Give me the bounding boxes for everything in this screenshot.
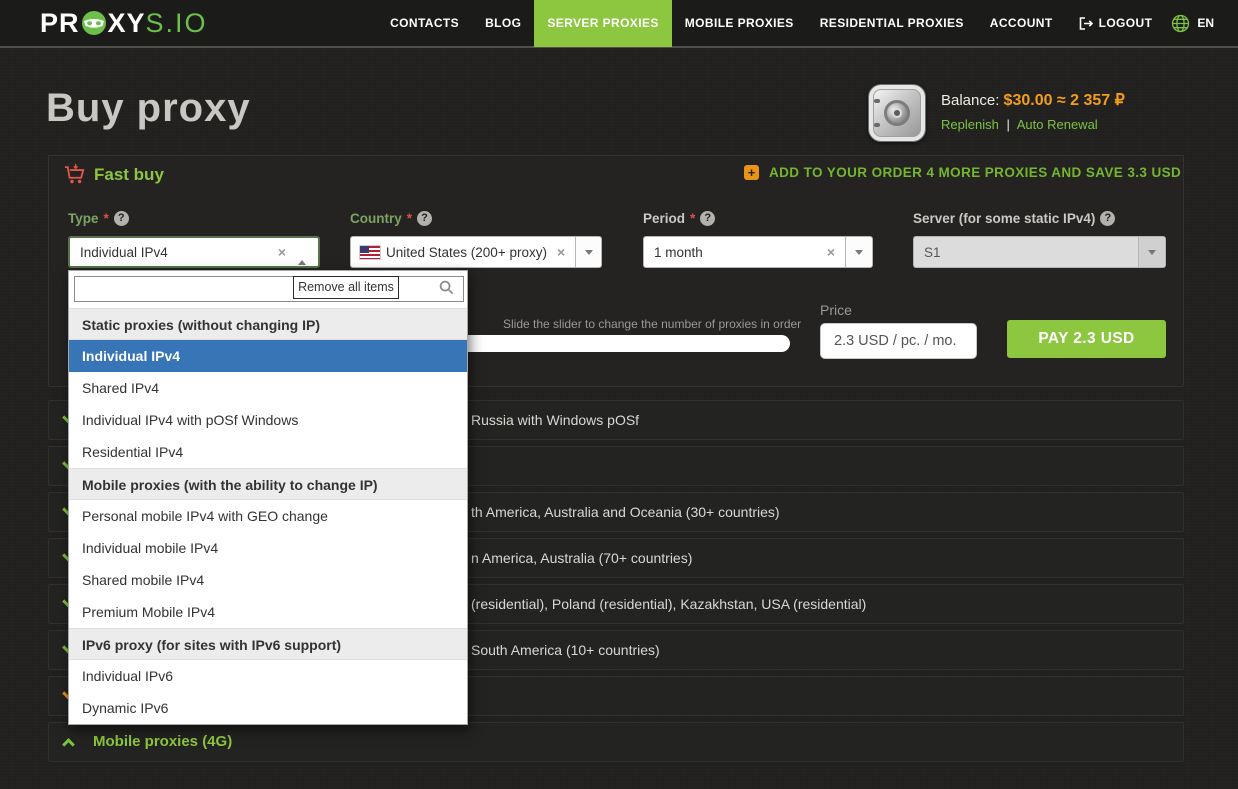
- required-asterisk: *: [690, 211, 695, 226]
- country-field-label: Country * ?: [350, 211, 432, 226]
- main-nav: CONTACTS BLOG SERVER PROXIES MOBILE PROX…: [377, 0, 1214, 47]
- type-field-label: Type * ?: [68, 211, 129, 226]
- auto-renewal-link[interactable]: Auto Renewal: [1017, 117, 1098, 132]
- type-search-input[interactable]: [74, 276, 464, 302]
- cart-icon: [64, 163, 86, 185]
- period-help-icon[interactable]: ?: [700, 211, 715, 226]
- nav-item-contacts[interactable]: CONTACTS: [377, 0, 472, 47]
- globe-icon: [1171, 14, 1190, 33]
- balance-widget: Balance: $30.00 ≈ 2 357 ₽ Replenish | Au…: [868, 84, 1125, 142]
- dropdown-option-residential-ipv4[interactable]: Residential IPv4: [69, 436, 467, 468]
- balance-amount: $30.00 ≈ 2 357 ₽: [1004, 92, 1125, 109]
- dropdown-group-header: IPv6 proxy (for sites with IPv6 support): [69, 628, 467, 660]
- type-help-icon[interactable]: ?: [114, 211, 129, 226]
- logout-button[interactable]: LOGOUT: [1066, 0, 1166, 47]
- slider-hint: Slide the slider to change the number of…: [503, 317, 801, 331]
- us-flag-icon: [360, 246, 380, 259]
- nav-item-residential-proxies[interactable]: RESIDENTIAL PROXIES: [807, 0, 977, 47]
- page-title: Buy proxy: [46, 86, 251, 131]
- caret-down-icon[interactable]: [845, 237, 872, 267]
- country-select-value: United States (200+ proxy): [380, 245, 547, 260]
- replenish-link[interactable]: Replenish: [941, 117, 999, 132]
- nav-item-account[interactable]: ACCOUNT: [977, 0, 1066, 47]
- chevron-up-icon: [62, 738, 75, 751]
- site-logo[interactable]: PR XY S.IO: [40, 8, 208, 39]
- type-dropdown-panel: Remove all items Static proxies (without…: [68, 270, 468, 725]
- country-select[interactable]: United States (200+ proxy) ×: [350, 236, 602, 268]
- clear-icon[interactable]: ×: [547, 244, 575, 260]
- period-select[interactable]: 1 month ×: [643, 236, 873, 268]
- section-row-mobile-proxies-4g[interactable]: Mobile proxies (4G): [48, 722, 1184, 762]
- dropdown-option-individual-ipv6[interactable]: Individual IPv6: [69, 660, 467, 692]
- price-value: 2.3 USD / pc. / mo.: [820, 323, 977, 359]
- dropdown-option-shared-mobile-ipv4[interactable]: Shared mobile IPv4: [69, 564, 467, 596]
- logout-icon: [1079, 17, 1093, 30]
- fast-buy-title: Fast buy: [94, 165, 164, 185]
- clear-icon[interactable]: ×: [268, 244, 296, 260]
- dropdown-option-dynamic-ipv6[interactable]: Dynamic IPv6: [69, 692, 467, 724]
- logo-text: XY: [108, 8, 146, 39]
- period-select-value: 1 month: [644, 245, 703, 260]
- dropdown-option-premium-mobile-ipv4[interactable]: Premium Mobile IPv4: [69, 596, 467, 628]
- dropdown-option-personal-mobile-ipv4-geo[interactable]: Personal mobile IPv4 with GEO change: [69, 500, 467, 532]
- required-asterisk: *: [104, 211, 109, 226]
- safe-icon: [868, 84, 926, 142]
- clear-icon[interactable]: ×: [817, 244, 845, 260]
- server-help-icon[interactable]: ?: [1100, 211, 1115, 226]
- balance-label: Balance:: [941, 92, 999, 109]
- dropdown-option-individual-ipv4-posf-windows[interactable]: Individual IPv4 with pOSf Windows: [69, 404, 467, 436]
- search-icon: [439, 280, 454, 295]
- dropdown-option-individual-ipv4[interactable]: Individual IPv4: [69, 340, 467, 372]
- pay-button[interactable]: PAY 2.3 USD: [1007, 320, 1166, 358]
- proxy-count-slider[interactable]: [452, 335, 790, 352]
- dropdown-option-individual-mobile-ipv4[interactable]: Individual mobile IPv4: [69, 532, 467, 564]
- logo-text: PR: [40, 8, 80, 39]
- required-asterisk: *: [407, 211, 412, 226]
- country-help-icon[interactable]: ?: [417, 211, 432, 226]
- logo-suffix: S.IO: [146, 8, 208, 39]
- dropdown-group-header: Static proxies (without changing IP): [69, 308, 467, 340]
- add-more-proxies-label: ADD TO YOUR ORDER 4 MORE PROXIES AND SAV…: [769, 165, 1181, 180]
- plus-icon: +: [744, 165, 759, 180]
- server-select-value: S1: [914, 245, 941, 260]
- language-switcher[interactable]: EN: [1171, 14, 1214, 33]
- caret-down-icon[interactable]: [575, 237, 601, 267]
- language-label: EN: [1197, 16, 1214, 30]
- remove-all-items-button[interactable]: Remove all items: [293, 276, 399, 299]
- server-select[interactable]: S1: [913, 236, 1166, 268]
- dropdown-option-shared-ipv4[interactable]: Shared IPv4: [69, 372, 467, 404]
- top-navigation-bar: PR XY S.IO CONTACTS BLOG SERVER PROXIES …: [0, 0, 1238, 48]
- price-label: Price: [820, 302, 852, 318]
- period-field-label: Period * ?: [643, 211, 715, 226]
- caret-up-icon: [296, 245, 318, 260]
- server-field-label: Server (for some static IPv4) ?: [913, 211, 1115, 226]
- nav-item-server-proxies[interactable]: SERVER PROXIES: [534, 0, 671, 47]
- caret-down-icon: [1138, 237, 1165, 267]
- type-select-value: Individual IPv4: [70, 245, 168, 260]
- nav-item-mobile-proxies[interactable]: MOBILE PROXIES: [672, 0, 807, 47]
- proxy-mask-icon: [81, 10, 107, 36]
- link-divider: |: [1006, 117, 1009, 132]
- type-select[interactable]: Individual IPv4 ×: [68, 236, 320, 268]
- add-more-proxies-link[interactable]: + ADD TO YOUR ORDER 4 MORE PROXIES AND S…: [744, 165, 1181, 180]
- dropdown-group-header: Mobile proxies (with the ability to chan…: [69, 468, 467, 500]
- buy-proxy-page: PR XY S.IO CONTACTS BLOG SERVER PROXIES …: [0, 0, 1238, 789]
- nav-item-blog[interactable]: BLOG: [472, 0, 534, 47]
